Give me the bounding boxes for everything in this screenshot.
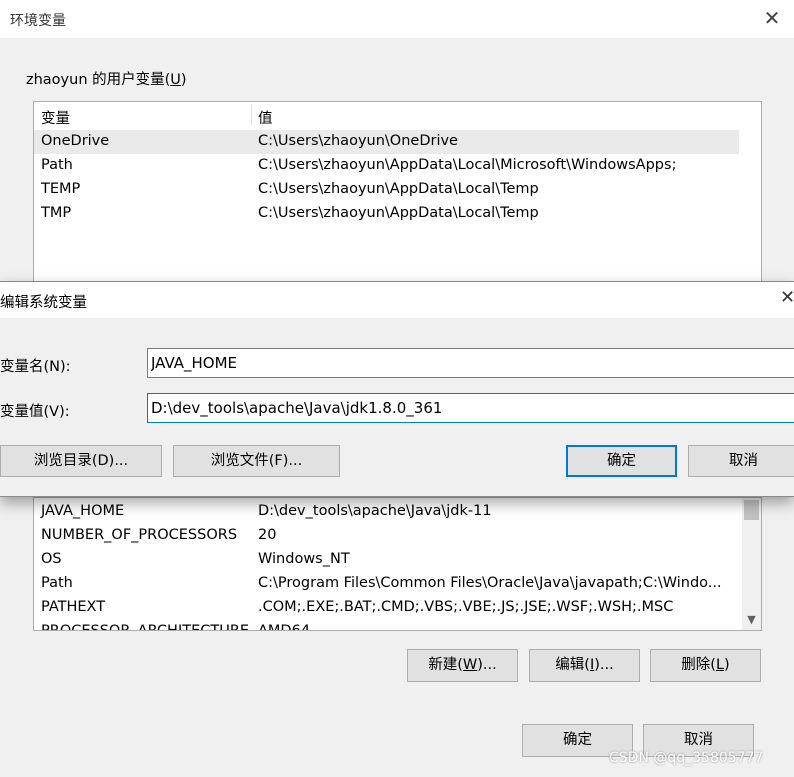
button-label-prefix: 新建( [428, 657, 463, 673]
system-variables-list[interactable]: JAVA_HOME D:\dev_tools\apache\Java\jdk-1… [33, 497, 762, 631]
user-group-label-suffix: ) [180, 72, 187, 88]
variable-name: JAVA_HOME [41, 503, 125, 519]
scrollbar-thumb[interactable] [744, 500, 759, 520]
new-variable-button[interactable]: 新建(W)... [407, 649, 518, 682]
variable-name: Path [41, 575, 73, 591]
column-separator[interactable] [251, 104, 252, 126]
table-row[interactable]: OS Windows_NT [34, 548, 739, 572]
delete-variable-button[interactable]: 删除(L) [650, 649, 761, 682]
env-titlebar: 环境变量 ✕ [0, 0, 794, 38]
close-icon[interactable]: ✕ [780, 287, 794, 308]
close-icon[interactable]: ✕ [762, 6, 782, 30]
user-variables-list[interactable]: 变量 值 OneDrive C:\Users\zhaoyun\OneDrive … [33, 101, 762, 283]
watermark-text: CSDN @qq_35805777 [609, 750, 764, 766]
list-header: 变量 值 [34, 102, 761, 129]
table-row[interactable]: PROCESSOR_ARCHITECTURE AMD64 [34, 620, 739, 631]
edit-dialog-title: 编辑系统变量 [0, 295, 87, 311]
table-row[interactable]: OneDrive C:\Users\zhaoyun\OneDrive [34, 130, 739, 154]
variable-name: Path [41, 157, 73, 173]
user-group-label-key: U [170, 72, 181, 88]
env-window-title: 环境变量 [10, 13, 66, 29]
table-row[interactable]: NUMBER_OF_PROCESSORS 20 [34, 524, 739, 548]
edit-ok-button[interactable]: 确定 [566, 445, 677, 477]
variable-value-input[interactable] [147, 393, 794, 423]
edit-dialog-titlebar: 编辑系统变量 ✕ [0, 282, 794, 318]
variable-name: NUMBER_OF_PROCESSORS [41, 527, 238, 543]
variable-value: C:\Users\zhaoyun\OneDrive [258, 133, 458, 149]
button-label-suffix: )... [594, 657, 614, 673]
variable-value: 20 [258, 527, 277, 543]
vertical-scrollbar[interactable]: ▼ [742, 498, 761, 630]
variable-value: D:\dev_tools\apache\Java\jdk-11 [258, 503, 492, 519]
table-row[interactable]: TEMP C:\Users\zhaoyun\AppData\Local\Temp [34, 178, 739, 202]
button-label-prefix: 删除( [681, 657, 716, 673]
variable-name: OneDrive [41, 133, 110, 149]
variable-value: C:\Users\zhaoyun\AppData\Local\Microsoft… [258, 157, 677, 173]
button-label-prefix: 编辑( [555, 657, 590, 673]
browse-file-button[interactable]: 浏览文件(F)... [173, 445, 340, 477]
button-label-suffix: )... [477, 657, 497, 673]
variable-name: TMP [41, 205, 72, 221]
browse-directory-button[interactable]: 浏览目录(D)... [0, 445, 162, 477]
edit-system-variable-dialog: 编辑系统变量 ✕ 变量名(N): 变量值(V): 浏览目录(D)... 浏览文件… [0, 281, 794, 497]
button-label-suffix: ) [724, 657, 730, 673]
button-label-key: L [715, 657, 725, 673]
edit-cancel-button[interactable]: 取消 [688, 445, 794, 477]
variable-name: TEMP [41, 181, 81, 197]
variable-value: Windows_NT [258, 551, 350, 567]
variable-name-label: 变量名(N): [0, 359, 71, 375]
button-label-key: W [462, 657, 478, 673]
table-row[interactable]: Path C:\Program Files\Common Files\Oracl… [34, 572, 739, 596]
chevron-down-icon[interactable]: ▼ [742, 612, 761, 628]
user-group-label-prefix: zhaoyun 的用户变量( [26, 72, 171, 88]
user-variables-group-label: zhaoyun 的用户变量(U) [26, 68, 187, 89]
variable-value: AMD64 [258, 623, 311, 631]
table-row[interactable]: TMP C:\Users\zhaoyun\AppData\Local\Temp [34, 202, 739, 226]
column-header-value[interactable]: 值 [258, 107, 273, 128]
variable-name: PROCESSOR_ARCHITECTURE [41, 623, 250, 631]
table-row[interactable]: PATHEXT .COM;.EXE;.BAT;.CMD;.VBS;.VBE;.J… [34, 596, 739, 620]
variable-name-input[interactable] [147, 348, 794, 378]
variable-name: PATHEXT [41, 599, 106, 615]
column-header-variable[interactable]: 变量 [41, 107, 70, 128]
table-row[interactable]: Path C:\Users\zhaoyun\AppData\Local\Micr… [34, 154, 739, 178]
edit-variable-button[interactable]: 编辑(I)... [529, 649, 640, 682]
variable-value: C:\Users\zhaoyun\AppData\Local\Temp [258, 181, 539, 197]
variable-value: C:\Program Files\Common Files\Oracle\Jav… [258, 575, 722, 591]
variable-value-label: 变量值(V): [0, 404, 70, 420]
variable-value: .COM;.EXE;.BAT;.CMD;.VBS;.VBE;.JS;.JSE;.… [258, 599, 674, 615]
table-row[interactable]: JAVA_HOME D:\dev_tools\apache\Java\jdk-1… [34, 500, 739, 524]
variable-value: C:\Users\zhaoyun\AppData\Local\Temp [258, 205, 539, 221]
variable-name: OS [41, 551, 62, 567]
